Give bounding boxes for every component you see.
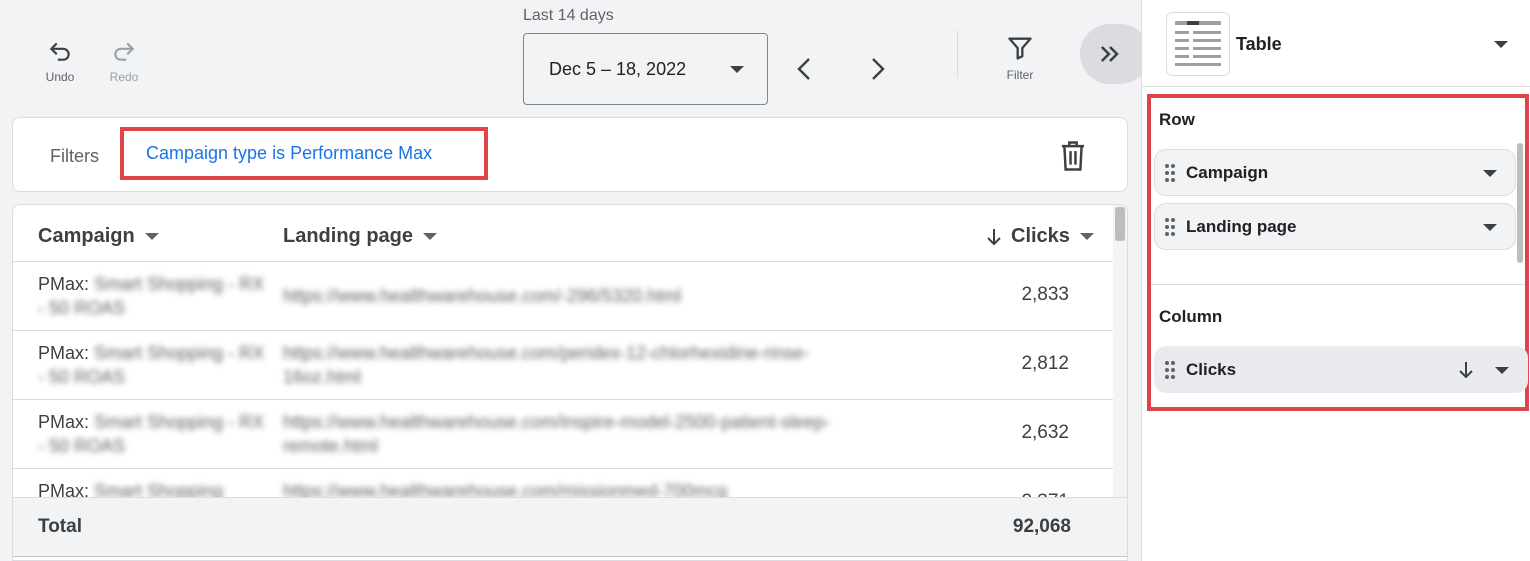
filter-icon bbox=[1008, 37, 1032, 60]
drag-handle-icon[interactable] bbox=[1165, 218, 1177, 236]
drag-handle-icon[interactable] bbox=[1165, 361, 1177, 379]
column-section-label: Column bbox=[1159, 307, 1223, 326]
column-header-label: Landing page bbox=[283, 225, 413, 247]
filter-chip[interactable]: Campaign type is Performance Max bbox=[120, 127, 488, 180]
undo-icon bbox=[49, 42, 70, 61]
chevron-down-icon[interactable] bbox=[1495, 367, 1509, 374]
filter-label: Filter bbox=[1006, 68, 1034, 82]
visualization-label: Table bbox=[1236, 34, 1282, 54]
table-row[interactable]: PMax: Smart Shopping - RX - 50 ROAS http… bbox=[13, 330, 1113, 399]
divider bbox=[1151, 284, 1525, 285]
column-header-campaign[interactable]: Campaign bbox=[38, 225, 159, 248]
table-row[interactable]: PMax: Smart Shopping - RX - 50 ROAS http… bbox=[13, 261, 1113, 330]
report-editor: Undo Redo Last 14 days Dec 5 – 18, 2022 … bbox=[0, 0, 1150, 561]
filters-bar: Filters Campaign type is Performance Max bbox=[12, 117, 1128, 192]
column-header-label: Campaign bbox=[38, 225, 135, 247]
clicks-cell: 2,632 bbox=[1021, 422, 1069, 443]
column-header-clicks[interactable]: Clicks bbox=[985, 225, 1094, 248]
filter-button[interactable]: Filter bbox=[995, 34, 1045, 82]
double-chevron-right-icon bbox=[1100, 46, 1119, 62]
field-label: Campaign bbox=[1186, 163, 1269, 182]
date-range-value: Dec 5 – 18, 2022 bbox=[549, 58, 687, 79]
chevron-down-icon[interactable] bbox=[1483, 170, 1497, 177]
total-label: Total bbox=[38, 516, 82, 537]
config-scrollbar-thumb[interactable] bbox=[1517, 143, 1523, 263]
campaign-prefix: PMax: bbox=[38, 412, 95, 432]
chevron-down-icon bbox=[1494, 41, 1508, 48]
drag-handle-icon[interactable] bbox=[1165, 164, 1177, 182]
landing-page-cell[interactable]: https://www.healthwarehouse.com/-296/532… bbox=[283, 284, 843, 308]
chevron-down-icon bbox=[144, 233, 159, 240]
row-column-config: Row Campaign Landing page Column Clicks bbox=[1147, 94, 1529, 411]
report-table: Campaign Landing page Clicks PMax: Smart… bbox=[12, 204, 1128, 561]
next-period-button[interactable] bbox=[862, 54, 892, 84]
undo-label: Undo bbox=[45, 70, 75, 84]
chevron-down-icon bbox=[423, 233, 437, 240]
chevron-down-icon bbox=[1079, 233, 1094, 240]
campaign-prefix: PMax: bbox=[38, 274, 95, 294]
table-scrollbar-thumb[interactable] bbox=[1115, 207, 1125, 241]
table-row[interactable]: PMax: Smart Shopping - RX - 50 ROAS http… bbox=[13, 399, 1113, 468]
previous-period-button[interactable] bbox=[790, 54, 820, 84]
divider bbox=[1142, 86, 1530, 87]
clicks-cell: 2,812 bbox=[1021, 353, 1069, 374]
redo-icon bbox=[114, 42, 135, 61]
campaign-cell: PMax: Smart Shopping - RX - 50 ROAS bbox=[38, 341, 268, 389]
date-range-picker[interactable]: Dec 5 – 18, 2022 bbox=[523, 33, 768, 105]
undo-button[interactable]: Undo bbox=[35, 38, 85, 84]
table-scrollbar[interactable] bbox=[1113, 205, 1127, 497]
redo-label: Redo bbox=[109, 70, 139, 84]
date-range-preset: Last 14 days bbox=[523, 7, 614, 24]
total-clicks: 92,068 bbox=[1012, 516, 1071, 537]
campaign-prefix: PMax: bbox=[38, 343, 95, 363]
delete-filters-button[interactable] bbox=[1058, 140, 1088, 172]
chevron-down-icon[interactable] bbox=[1483, 224, 1497, 231]
sort-descending-icon bbox=[987, 228, 1001, 245]
campaign-cell: PMax: Smart Shopping - RX - 50 ROAS bbox=[38, 272, 268, 320]
field-label: Clicks bbox=[1186, 360, 1237, 379]
row-section-label: Row bbox=[1159, 110, 1195, 129]
field-label: Landing page bbox=[1186, 217, 1297, 236]
table-view-icon bbox=[1166, 12, 1230, 76]
sort-descending-icon[interactable] bbox=[1457, 360, 1475, 380]
column-field-clicks[interactable]: Clicks bbox=[1154, 346, 1528, 393]
column-header-landing-page[interactable]: Landing page bbox=[283, 225, 437, 248]
collapse-panel-button[interactable] bbox=[1080, 24, 1150, 84]
row-field-landing-page[interactable]: Landing page bbox=[1154, 203, 1516, 250]
campaign-cell: PMax: Smart Shopping - RX - 50 ROAS bbox=[38, 410, 268, 458]
filters-label: Filters bbox=[50, 146, 99, 166]
report-config-panel: Table Row Campaign Landing page Column C… bbox=[1141, 0, 1530, 561]
landing-page-cell[interactable]: https://www.healthwarehouse.com/inspire-… bbox=[283, 410, 843, 458]
redo-button[interactable]: Redo bbox=[99, 38, 149, 84]
toolbar-divider bbox=[957, 30, 958, 78]
column-header-label: Clicks bbox=[1011, 225, 1070, 247]
total-row: Total 92,068 bbox=[13, 497, 1127, 557]
clicks-cell: 2,833 bbox=[1021, 284, 1069, 305]
landing-page-cell[interactable]: https://www.healthwarehouse.com/peridex-… bbox=[283, 341, 843, 389]
chevron-down-icon bbox=[730, 66, 744, 73]
row-field-campaign[interactable]: Campaign bbox=[1154, 149, 1516, 196]
visualization-selector[interactable]: Table bbox=[1166, 12, 1526, 76]
